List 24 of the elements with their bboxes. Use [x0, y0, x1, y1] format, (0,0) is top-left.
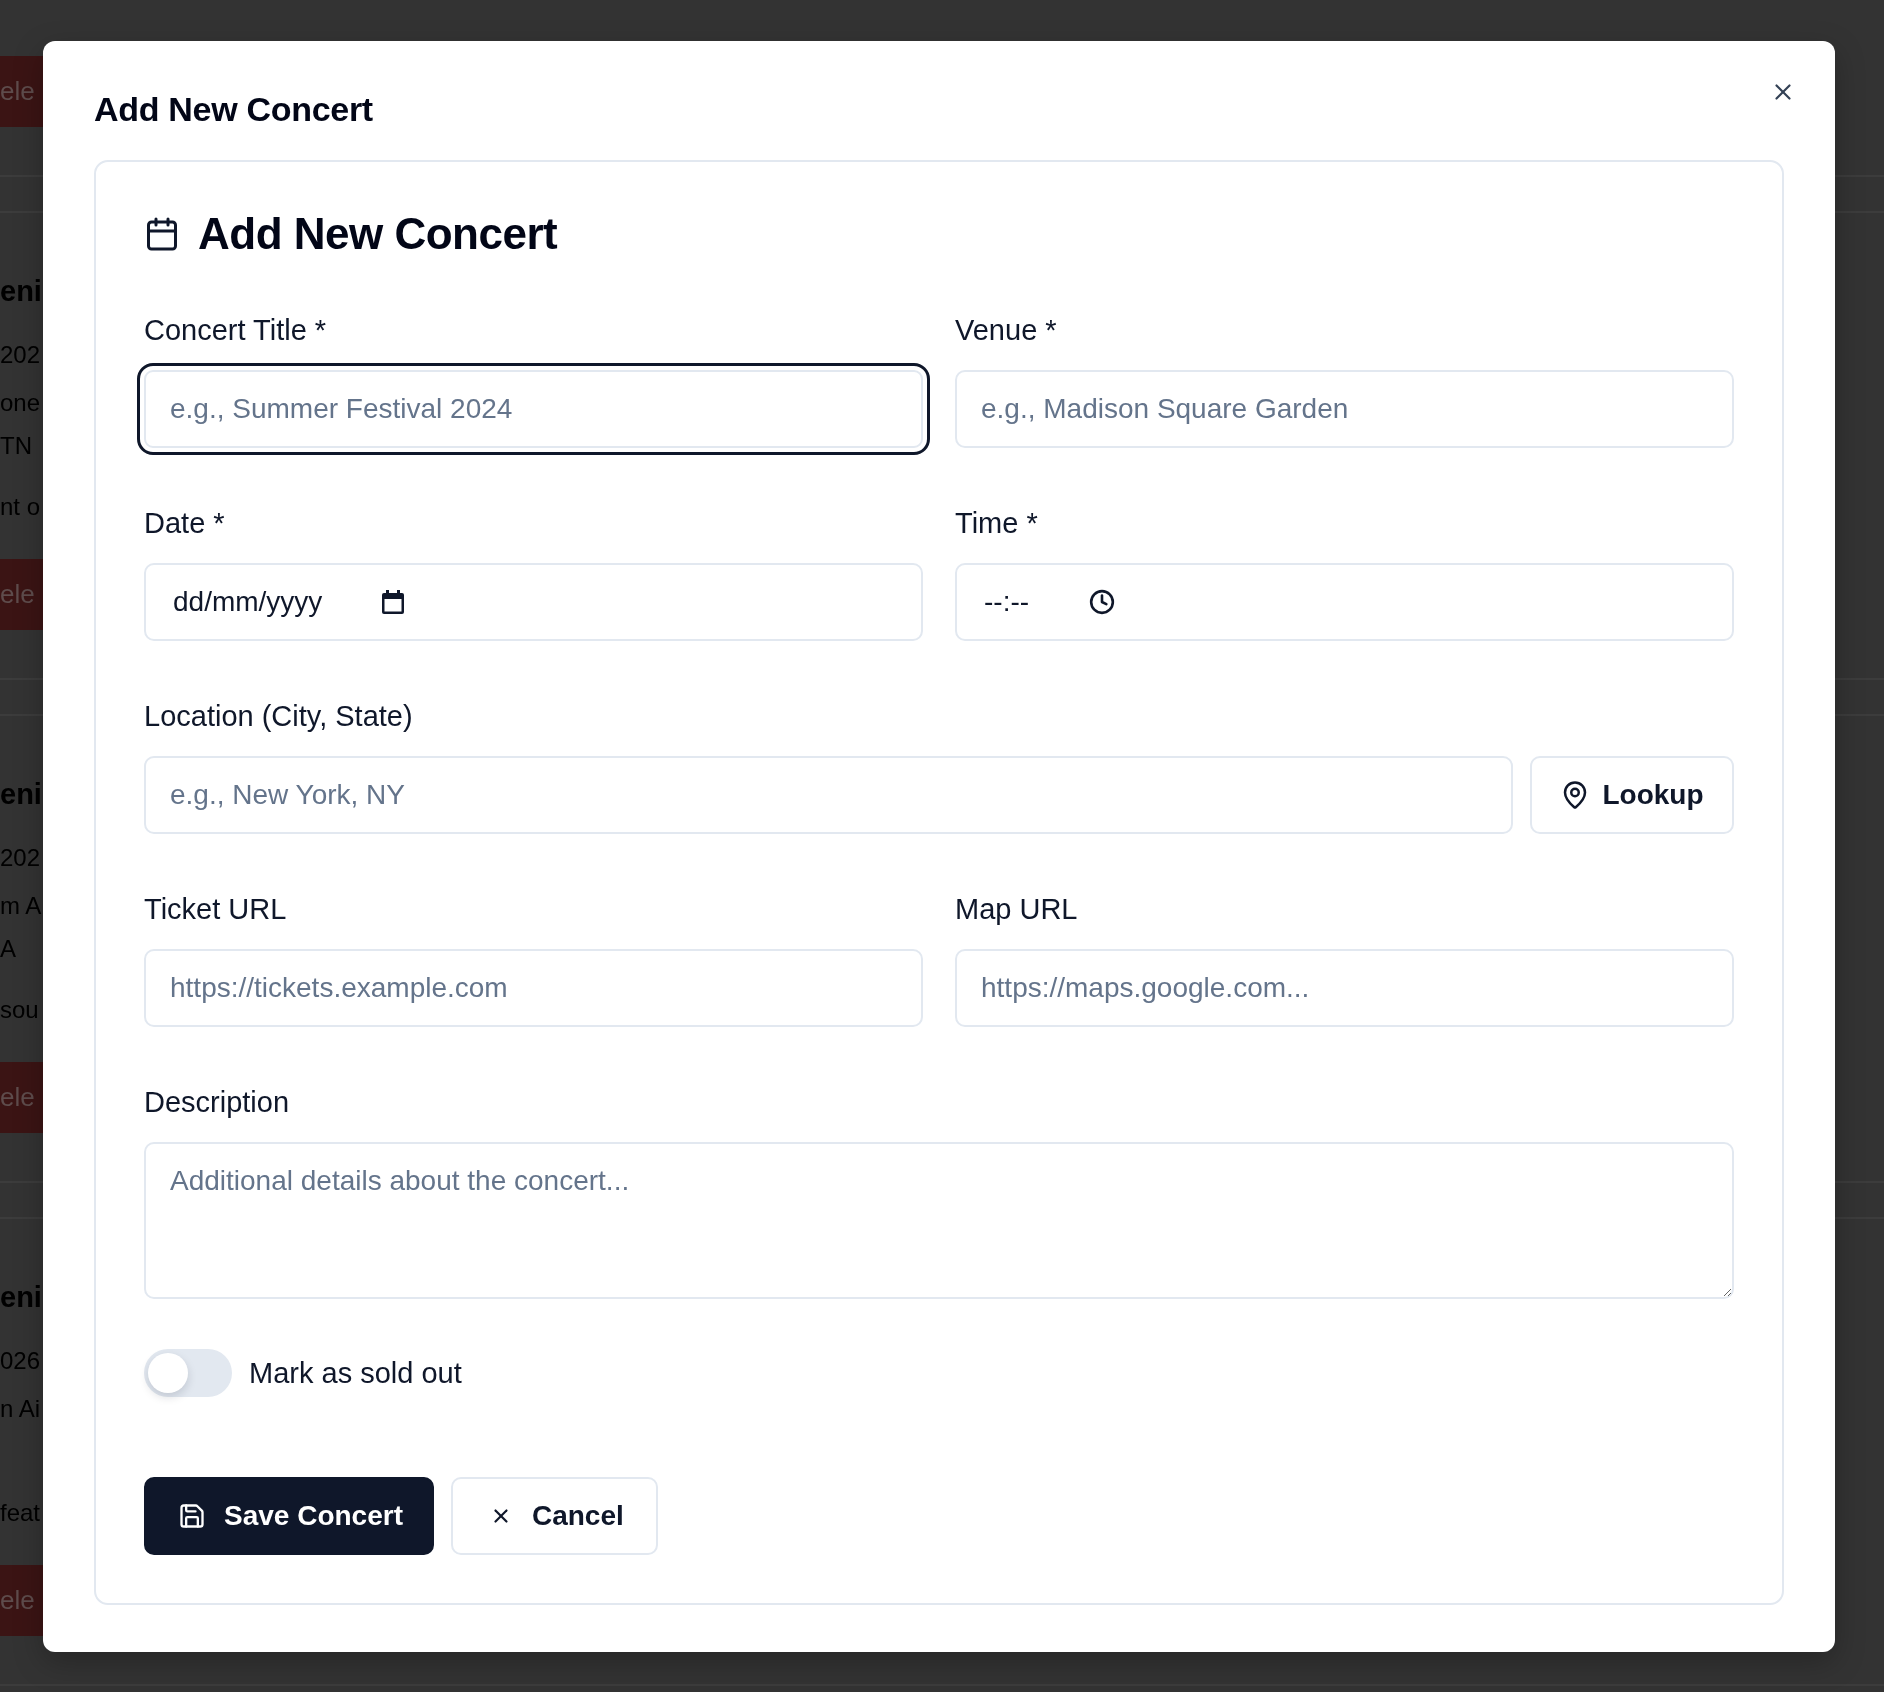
- description-textarea[interactable]: Additional details about the concert...: [144, 1142, 1734, 1299]
- toggle-label: Mark as sold out: [249, 1356, 462, 1390]
- time-field[interactable]: --:--: [955, 563, 1734, 641]
- field-label: Date *: [144, 506, 225, 540]
- field-label: Time *: [955, 506, 1038, 540]
- field-label: Concert Title *: [144, 313, 327, 347]
- location-input[interactable]: e.g., New York, NY: [144, 756, 1513, 834]
- save-button[interactable]: Save Concert: [144, 1477, 434, 1555]
- cancel-button[interactable]: Cancel: [450, 1477, 658, 1555]
- date-field[interactable]: dd/mm/yyyy: [144, 563, 923, 641]
- field-label: Location (City, State): [144, 699, 413, 733]
- field-label: Venue *: [955, 313, 1057, 347]
- calendar-icon: [144, 216, 180, 252]
- field-label: Description: [144, 1085, 290, 1119]
- dialog-title: Add New Concert: [94, 89, 373, 129]
- form-heading: Add New Concert: [198, 208, 558, 260]
- calendar-icon: [382, 590, 405, 614]
- lookup-button[interactable]: Lookup: [1530, 756, 1734, 834]
- text-input[interactable]: e.g., Summer Festival 2024: [137, 363, 930, 455]
- field-label: Map URL: [955, 892, 1078, 926]
- field-label: Ticket URL: [144, 892, 287, 926]
- save-icon: [178, 1502, 206, 1530]
- toggle-switch[interactable]: [144, 1349, 232, 1397]
- clock-icon: [1089, 589, 1116, 615]
